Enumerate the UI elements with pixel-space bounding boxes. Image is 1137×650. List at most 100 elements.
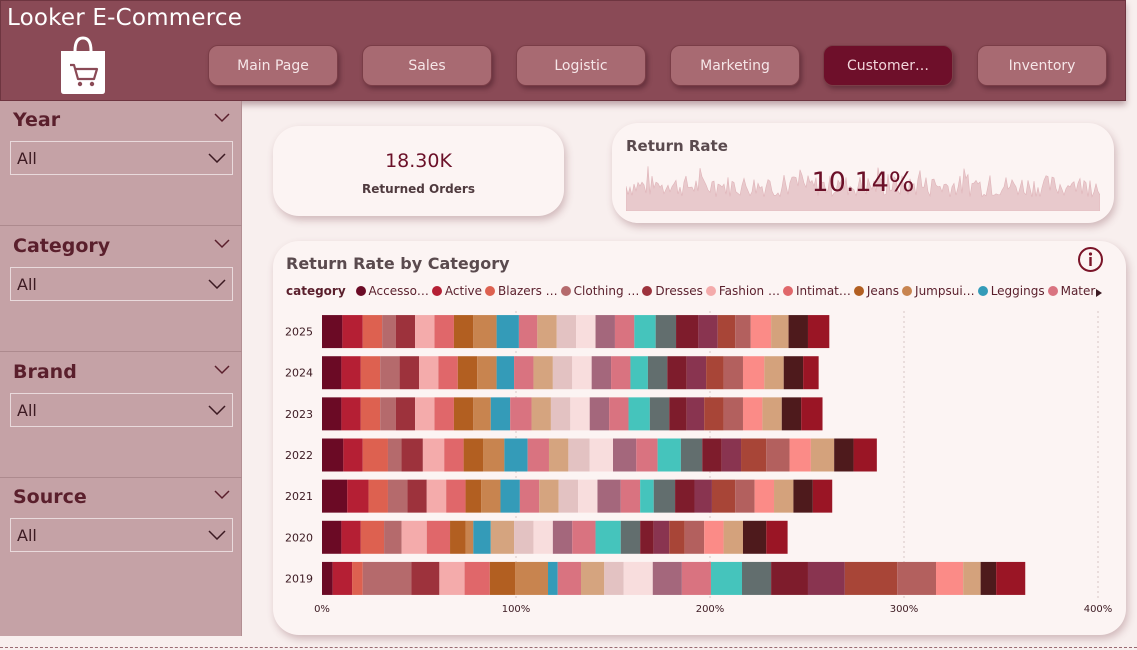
bar-segment[interactable]: [897, 561, 937, 595]
legend-item[interactable]: Jeans: [853, 284, 899, 298]
legend-item[interactable]: Maternity: [1047, 284, 1096, 298]
bar-segment[interactable]: [415, 397, 435, 431]
bar-segment[interactable]: [766, 520, 788, 554]
bar-segment[interactable]: [550, 397, 571, 431]
source-dropdown[interactable]: All: [10, 518, 233, 552]
bar-segment[interactable]: [343, 438, 363, 472]
bar-segment[interactable]: [537, 315, 557, 349]
bar-segment[interactable]: [572, 356, 592, 390]
bar-segment[interactable]: [597, 479, 621, 513]
bar-segment[interactable]: [788, 315, 808, 349]
bar-segment[interactable]: [630, 356, 648, 390]
bar-segment[interactable]: [422, 438, 445, 472]
bar-segment[interactable]: [322, 479, 348, 513]
bar-segment[interactable]: [704, 520, 724, 554]
legend-item[interactable]: Intimat…: [782, 284, 851, 298]
bar-segment[interactable]: [844, 561, 898, 595]
nav-sales-button[interactable]: Sales: [362, 45, 492, 86]
bar-segment[interactable]: [360, 356, 381, 390]
bar-segment[interactable]: [490, 397, 511, 431]
bar-segment[interactable]: [362, 315, 383, 349]
bar-segment[interactable]: [623, 561, 653, 595]
bar-segment[interactable]: [322, 397, 342, 431]
bar-segment[interactable]: [426, 479, 447, 513]
legend-item[interactable]: Leggings: [977, 284, 1045, 298]
bar-segment[interactable]: [614, 315, 635, 349]
bar-segment[interactable]: [510, 397, 532, 431]
bar-segment[interactable]: [552, 520, 573, 554]
bar-segment[interactable]: [387, 438, 402, 472]
bar-segment[interactable]: [694, 479, 712, 513]
bar-segment[interactable]: [702, 438, 722, 472]
bar-segment[interactable]: [653, 520, 670, 554]
info-icon[interactable]: [1077, 246, 1104, 273]
bar-segment[interactable]: [649, 397, 670, 431]
bar-segment[interactable]: [496, 315, 519, 349]
bar-segment[interactable]: [380, 356, 400, 390]
bar-segment[interactable]: [580, 561, 605, 595]
bar-segment[interactable]: [438, 356, 458, 390]
bar-segment[interactable]: [419, 356, 439, 390]
bar-segment[interactable]: [591, 356, 612, 390]
bar-segment[interactable]: [667, 356, 687, 390]
bar-segment[interactable]: [647, 356, 668, 390]
bar-segment[interactable]: [613, 438, 637, 472]
bar-segment[interactable]: [552, 356, 573, 390]
bar-segment[interactable]: [382, 315, 396, 349]
legend-item[interactable]: Clothing …: [560, 284, 639, 298]
bar-segment[interactable]: [380, 397, 396, 431]
bar-segment[interactable]: [996, 561, 1026, 595]
bar-segment[interactable]: [533, 356, 553, 390]
bar-segment[interactable]: [352, 561, 363, 595]
bar-segment[interactable]: [518, 315, 538, 349]
bar-segment[interactable]: [657, 438, 681, 472]
bar-segment[interactable]: [481, 479, 501, 513]
bar-segment[interactable]: [395, 397, 416, 431]
bar-segment[interactable]: [710, 561, 743, 595]
bar-segment[interactable]: [704, 397, 724, 431]
bar-segment[interactable]: [362, 438, 388, 472]
bar-segment[interactable]: [680, 438, 703, 472]
bar-segment[interactable]: [490, 520, 515, 554]
bar-segment[interactable]: [611, 356, 631, 390]
bar-segment[interactable]: [572, 520, 596, 554]
bar-segment[interactable]: [548, 561, 558, 595]
bar-segment[interactable]: [411, 561, 440, 595]
bar-segment[interactable]: [717, 315, 736, 349]
nav-marketing-button[interactable]: Marketing: [670, 45, 800, 86]
bar-segment[interactable]: [465, 520, 474, 554]
bar-segment[interactable]: [723, 397, 743, 431]
bar-segment[interactable]: [653, 479, 676, 513]
legend-item[interactable]: Blazers …: [485, 284, 558, 298]
bar-segment[interactable]: [609, 397, 629, 431]
bar-segment[interactable]: [652, 561, 682, 595]
bar-segment[interactable]: [496, 356, 515, 390]
bar-segment[interactable]: [556, 315, 577, 349]
legend-item[interactable]: Jumpsui…: [902, 284, 975, 298]
bar-segment[interactable]: [341, 356, 361, 390]
bar-segment[interactable]: [401, 520, 427, 554]
bar-segment[interactable]: [735, 315, 751, 349]
bar-segment[interactable]: [434, 397, 454, 431]
nav-logistic-button[interactable]: Logistic: [516, 45, 646, 86]
bar-segment[interactable]: [473, 397, 491, 431]
bar-segment[interactable]: [415, 315, 435, 349]
bar-segment[interactable]: [589, 397, 610, 431]
bar-segment[interactable]: [741, 438, 767, 472]
nav-inventory-button[interactable]: Inventory: [977, 45, 1107, 86]
bar-segment[interactable]: [514, 520, 534, 554]
brand-dropdown[interactable]: All: [10, 393, 233, 427]
bar-segment[interactable]: [723, 520, 743, 554]
bar-segment[interactable]: [401, 438, 423, 472]
bar-segment[interactable]: [604, 561, 624, 595]
bar-segment[interactable]: [742, 356, 765, 390]
bar-segment[interactable]: [684, 520, 705, 554]
bar-segment[interactable]: [407, 479, 427, 513]
bar-segment[interactable]: [936, 561, 964, 595]
bar-segment[interactable]: [595, 520, 621, 554]
bar-segment[interactable]: [742, 397, 763, 431]
legend-item[interactable]: Accesso…: [355, 284, 429, 298]
bar-segment[interactable]: [322, 438, 344, 472]
bar-segment[interactable]: [434, 315, 454, 349]
bar-segment[interactable]: [473, 520, 491, 554]
